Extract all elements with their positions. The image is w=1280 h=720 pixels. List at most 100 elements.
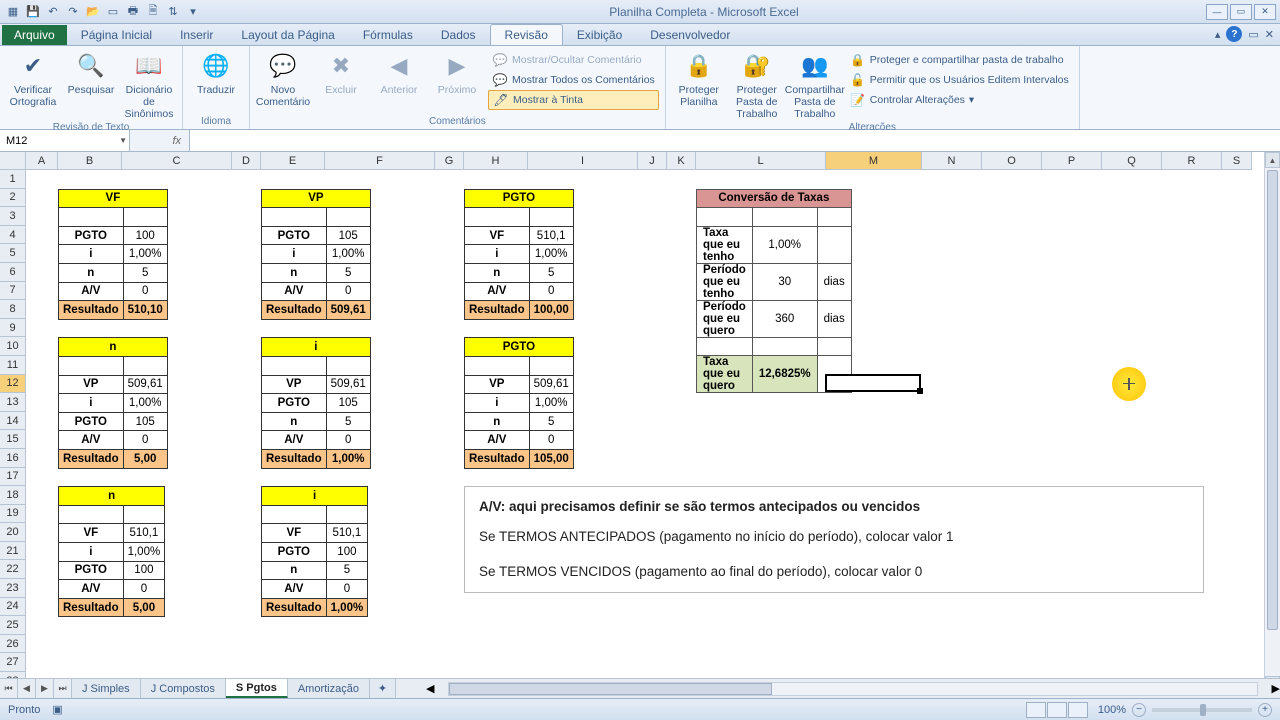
row-header-12[interactable]: 12 bbox=[0, 375, 26, 394]
printpreview-icon[interactable]: 🗎 bbox=[144, 3, 162, 21]
share-workbook-button[interactable]: 👥Compartilhar Pasta de Trabalho bbox=[788, 50, 842, 120]
close-button[interactable]: ✕ bbox=[1254, 4, 1276, 20]
col-header-S[interactable]: S bbox=[1222, 152, 1252, 170]
prev-comment-button[interactable]: ◀Anterior bbox=[372, 50, 426, 96]
horizontal-scrollbar[interactable]: ◀ ▶ bbox=[426, 679, 1280, 698]
zoom-slider[interactable] bbox=[1152, 708, 1252, 712]
hscroll-thumb[interactable] bbox=[449, 683, 772, 695]
thesaurus-button[interactable]: 📖Dicionário de Sinônimos bbox=[122, 50, 176, 120]
new-icon[interactable]: ▭ bbox=[104, 3, 122, 21]
row-header-3[interactable]: 3 bbox=[0, 207, 26, 226]
quickprint-icon[interactable]: 🖶 bbox=[124, 3, 142, 21]
col-header-A[interactable]: A bbox=[26, 152, 58, 170]
research-button[interactable]: 🔍Pesquisar bbox=[64, 50, 118, 96]
new-sheet-button[interactable]: ✦ bbox=[370, 679, 396, 698]
col-header-N[interactable]: N bbox=[922, 152, 982, 170]
row-header-8[interactable]: 8 bbox=[0, 300, 26, 319]
row-header-14[interactable]: 14 bbox=[0, 412, 26, 431]
col-header-I[interactable]: I bbox=[528, 152, 638, 170]
col-header-O[interactable]: O bbox=[982, 152, 1042, 170]
col-header-J[interactable]: J bbox=[638, 152, 667, 170]
row-header-21[interactable]: 21 bbox=[0, 542, 26, 561]
col-header-B[interactable]: B bbox=[58, 152, 122, 170]
save-icon[interactable]: 💾 bbox=[24, 3, 42, 21]
vertical-scrollbar[interactable]: ▲ ▼ bbox=[1264, 152, 1280, 692]
row-header-16[interactable]: 16 bbox=[0, 449, 26, 468]
macro-record-icon[interactable]: ▣ bbox=[52, 703, 62, 716]
row-header-11[interactable]: 11 bbox=[0, 356, 26, 375]
sheet-nav-last-icon[interactable]: ⏭ bbox=[54, 679, 72, 698]
view-normal-button[interactable] bbox=[1026, 702, 1046, 718]
zoom-out-button[interactable]: − bbox=[1132, 703, 1146, 717]
protect-share-button[interactable]: 🔒Proteger e compartilhar pasta de trabal… bbox=[846, 50, 1073, 70]
row-header-26[interactable]: 26 bbox=[0, 635, 26, 654]
col-header-M[interactable]: M bbox=[826, 152, 922, 170]
track-changes-button[interactable]: 📝Controlar Alterações ▾ bbox=[846, 90, 1073, 110]
scroll-up-icon[interactable]: ▲ bbox=[1265, 152, 1280, 168]
fx-icon[interactable]: fx bbox=[130, 130, 190, 151]
calc-table-tbl7[interactable]: nVF510,1i1,00%PGTO100A/V0Resultado5,00 bbox=[58, 486, 165, 617]
minimize-button[interactable]: — bbox=[1206, 4, 1228, 20]
col-header-D[interactable]: D bbox=[232, 152, 261, 170]
tab-data[interactable]: Dados bbox=[427, 25, 490, 45]
help-icon[interactable]: ? bbox=[1226, 26, 1242, 42]
row-header-10[interactable]: 10 bbox=[0, 337, 26, 356]
col-header-F[interactable]: F bbox=[325, 152, 435, 170]
row-header-20[interactable]: 20 bbox=[0, 523, 26, 542]
calc-table-tbl5[interactable]: iVP509,61PGTO105n5A/V0Resultado1,00% bbox=[261, 337, 371, 468]
select-all-corner[interactable] bbox=[0, 152, 26, 170]
hscroll-left-icon[interactable]: ◀ bbox=[426, 682, 434, 695]
tab-home[interactable]: Página Inicial bbox=[67, 25, 166, 45]
name-box[interactable]: M12▼ bbox=[0, 130, 130, 151]
tab-formulas[interactable]: Fórmulas bbox=[349, 25, 427, 45]
scroll-thumb[interactable] bbox=[1267, 170, 1278, 630]
calc-table-tbl3[interactable]: PGTOVF510,1i1,00%n5A/V0Resultado100,00 bbox=[464, 189, 574, 320]
calc-table-tbl1[interactable]: VFPGTO100i1,00%n5A/V0Resultado510,10 bbox=[58, 189, 168, 320]
calc-table-tbl6[interactable]: PGTOVP509,61i1,00%n5A/V0Resultado105,00 bbox=[464, 337, 574, 468]
active-cell[interactable] bbox=[825, 374, 921, 393]
calc-table-tbl2[interactable]: VPPGTO105i1,00%n5A/V0Resultado509,61 bbox=[261, 189, 371, 320]
view-pagebreak-button[interactable] bbox=[1068, 702, 1088, 718]
tab-review[interactable]: Revisão bbox=[490, 24, 563, 45]
row-header-5[interactable]: 5 bbox=[0, 244, 26, 263]
row-header-13[interactable]: 13 bbox=[0, 393, 26, 412]
allow-edit-ranges-button[interactable]: 🔓Permitir que os Usuários Editem Interva… bbox=[846, 70, 1073, 90]
col-header-E[interactable]: E bbox=[261, 152, 325, 170]
col-header-L[interactable]: L bbox=[696, 152, 826, 170]
show-all-comments-button[interactable]: 💬Mostrar Todos os Comentários bbox=[488, 70, 659, 90]
col-header-K[interactable]: K bbox=[667, 152, 696, 170]
tab-layout[interactable]: Layout da Página bbox=[227, 25, 348, 45]
row-header-22[interactable]: 22 bbox=[0, 560, 26, 579]
formula-input[interactable] bbox=[190, 130, 1280, 151]
col-header-R[interactable]: R bbox=[1162, 152, 1222, 170]
row-header-19[interactable]: 19 bbox=[0, 505, 26, 524]
row-header-23[interactable]: 23 bbox=[0, 579, 26, 598]
spelling-button[interactable]: ✔Verificar Ortografia bbox=[6, 50, 60, 108]
col-header-P[interactable]: P bbox=[1042, 152, 1102, 170]
tab-view[interactable]: Exibição bbox=[563, 25, 636, 45]
row-header-25[interactable]: 25 bbox=[0, 616, 26, 635]
row-header-15[interactable]: 15 bbox=[0, 430, 26, 449]
protect-workbook-button[interactable]: 🔐Proteger Pasta de Trabalho bbox=[730, 50, 784, 120]
open-icon[interactable]: 📂 bbox=[84, 3, 102, 21]
row-header-2[interactable]: 2 bbox=[0, 189, 26, 208]
sort-icon[interactable]: ⇅ bbox=[164, 3, 182, 21]
row-header-9[interactable]: 9 bbox=[0, 319, 26, 338]
sheet-nav-next-icon[interactable]: ▶ bbox=[36, 679, 54, 698]
col-header-H[interactable]: H bbox=[464, 152, 528, 170]
protect-sheet-button[interactable]: 🔒Proteger Planilha bbox=[672, 50, 726, 108]
conversion-table[interactable]: Conversão de TaxasTaxa que eu tenho1,00%… bbox=[696, 189, 852, 394]
tab-developer[interactable]: Desenvolvedor bbox=[636, 25, 744, 45]
redo-icon[interactable]: ↷ bbox=[64, 3, 82, 21]
sheet-nav-first-icon[interactable]: ⏮ bbox=[0, 679, 18, 698]
col-header-C[interactable]: C bbox=[122, 152, 232, 170]
excel-icon[interactable]: ▦ bbox=[4, 3, 22, 21]
sheet-nav-prev-icon[interactable]: ◀ bbox=[18, 679, 36, 698]
close-workbook-icon[interactable]: ✕ bbox=[1265, 28, 1274, 41]
hscroll-right-icon[interactable]: ▶ bbox=[1272, 682, 1280, 695]
row-header-6[interactable]: 6 bbox=[0, 263, 26, 282]
col-header-G[interactable]: G bbox=[435, 152, 464, 170]
minimize-ribbon-icon[interactable]: ▴ bbox=[1215, 28, 1221, 41]
sheet-tab-s-pgtos[interactable]: S Pgtos bbox=[226, 679, 288, 698]
next-comment-button[interactable]: ▶Próximo bbox=[430, 50, 484, 96]
